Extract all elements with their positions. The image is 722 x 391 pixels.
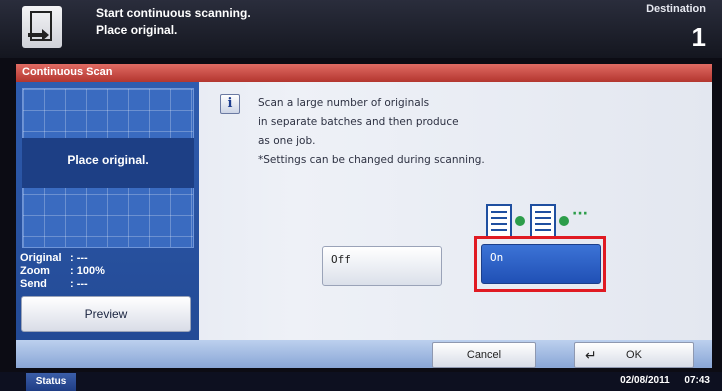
info-row-zoom: Zoom : 100%	[20, 265, 105, 278]
status-message-line2: Place original.	[96, 23, 178, 37]
date: 02/08/2011	[620, 375, 670, 386]
ok-button-label: OK	[626, 349, 642, 361]
on-button-label: On	[490, 251, 504, 264]
arrow-icon	[515, 216, 525, 226]
info-label: Original	[20, 252, 62, 264]
description-line: as one job.	[258, 135, 316, 147]
info-value: : ---	[70, 252, 88, 264]
document-icon	[530, 204, 556, 238]
continuous-scan-illustration: ···	[486, 200, 636, 240]
preview-column: Place original. Original : --- Zoom : 10…	[16, 82, 199, 340]
description-line: Scan a large number of originals	[258, 97, 430, 109]
date-time: 02/08/2011 07:43	[608, 375, 710, 386]
description: Scan a large number of originals in sepa…	[258, 94, 485, 170]
info-row-send: Send : ---	[20, 278, 105, 291]
info-row-original: Original : ---	[20, 252, 105, 265]
scan-send-icon	[22, 6, 62, 48]
on-button[interactable]: On	[481, 244, 601, 284]
info-label: Zoom	[20, 265, 50, 277]
touch-panel-screen: Start continuous scanning. Place origina…	[0, 0, 722, 391]
time: 07:43	[684, 375, 710, 386]
panel-title-bar: Continuous Scan	[16, 64, 712, 82]
info-icon: i	[220, 94, 240, 114]
destination-label: Destination	[646, 3, 706, 15]
panel-title: Continuous Scan	[22, 66, 113, 78]
ellipsis-icon: ···	[572, 206, 588, 222]
action-bar: Cancel ↵ OK	[16, 340, 712, 368]
info-value: : 100%	[70, 265, 105, 277]
status-button[interactable]: Status	[26, 373, 76, 391]
info-value: : ---	[70, 278, 88, 290]
continuous-scan-panel: Place original. Original : --- Zoom : 10…	[16, 82, 712, 340]
cancel-button[interactable]: Cancel	[432, 342, 536, 368]
info-label: Send	[20, 278, 47, 290]
message-header: Start continuous scanning. Place origina…	[0, 0, 722, 58]
enter-icon: ↵	[585, 347, 597, 363]
arrow-icon	[559, 216, 569, 226]
scan-info: Original : --- Zoom : 100% Send : ---	[20, 252, 105, 291]
preview-button[interactable]: Preview	[21, 296, 191, 332]
status-message-line1: Start continuous scanning.	[96, 6, 251, 20]
document-icon	[486, 204, 512, 238]
ok-button[interactable]: ↵ OK	[574, 342, 694, 368]
off-button[interactable]: Off	[322, 246, 442, 286]
status-message: Start continuous scanning. Place origina…	[96, 5, 251, 39]
preview-placeholder: Place original.	[67, 153, 149, 167]
destination-count: 1	[691, 22, 706, 52]
description-line: in separate batches and then produce	[258, 116, 459, 128]
status-bar: Status 02/08/2011 07:43	[0, 372, 722, 391]
off-button-label: Off	[331, 253, 351, 266]
description-line: *Settings can be changed during scanning…	[258, 154, 485, 166]
